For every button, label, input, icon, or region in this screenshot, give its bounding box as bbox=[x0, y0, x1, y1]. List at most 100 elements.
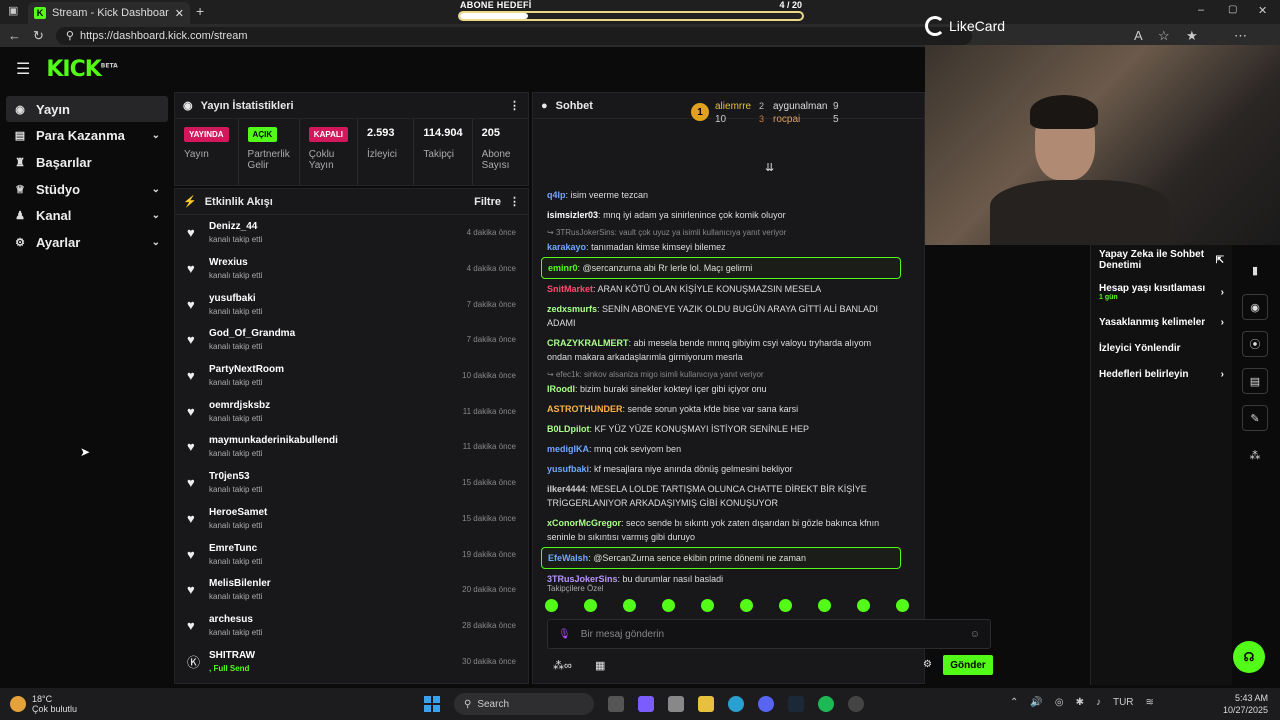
windows-start-icon[interactable] bbox=[424, 696, 440, 712]
stat-multistream[interactable]: KAPALI Çoklu Yayın bbox=[300, 119, 358, 185]
chat-input[interactable]: 🎙 Bir mesaj gönderin ☺ bbox=[547, 619, 991, 649]
store-icon[interactable]: ▦ bbox=[595, 659, 605, 672]
activity-user[interactable]: EmreTunc bbox=[209, 543, 454, 554]
activity-user[interactable]: archesus bbox=[209, 614, 454, 625]
broadcast-icon[interactable]: ⦿ bbox=[1242, 331, 1268, 357]
sidebar-item-ayarlar[interactable]: ⚙ Ayarlar ⌄ bbox=[6, 229, 168, 255]
minimize-icon[interactable]: – bbox=[1198, 4, 1204, 16]
collections-icon[interactable]: ★ bbox=[1186, 28, 1198, 44]
chat-username[interactable]: karakayo bbox=[547, 242, 586, 252]
chat-username[interactable]: ilker4444 bbox=[547, 484, 586, 494]
weather-widget[interactable]: 18°C Çok bulutlu bbox=[10, 694, 77, 714]
more-icon[interactable]: ⋯ bbox=[1234, 28, 1247, 44]
sidebar-item-studyo[interactable]: ♕ Stüdyo ⌄ bbox=[6, 176, 168, 202]
emoji-icon[interactable]: ☺ bbox=[970, 629, 980, 640]
kebab-menu-icon[interactable]: ⋮ bbox=[509, 195, 520, 208]
emote-icon[interactable] bbox=[584, 599, 597, 612]
activity-user[interactable]: Wrexius bbox=[209, 257, 459, 268]
refresh-icon[interactable]: ↻ bbox=[33, 28, 44, 44]
apps-icon[interactable]: ⁂ bbox=[1242, 442, 1268, 468]
top-user-name[interactable]: aygunalman bbox=[773, 101, 827, 112]
activity-user[interactable]: Tr0jen53 bbox=[209, 471, 454, 482]
obs-icon[interactable] bbox=[848, 696, 864, 712]
sidebar-item-basarilar[interactable]: ♜ Başarılar bbox=[6, 149, 168, 175]
send-button[interactable]: Gönder bbox=[943, 655, 993, 675]
edge-icon[interactable] bbox=[728, 696, 744, 712]
setting-redirect-viewers[interactable]: İzleyici Yönlendir bbox=[1091, 335, 1232, 361]
expand-icon[interactable]: ⇊ bbox=[765, 161, 774, 174]
sidebar-item-para-kazanma[interactable]: ▤ Para Kazanma ⌄ bbox=[6, 123, 168, 149]
kebab-menu-icon[interactable]: ⋮ bbox=[509, 99, 520, 112]
chat-username[interactable]: zedxsmurfs bbox=[547, 304, 597, 314]
activity-user[interactable]: oemrdjsksbz bbox=[209, 400, 455, 411]
activity-user[interactable]: maymunkaderinikabullendi bbox=[209, 435, 455, 446]
wifi-icon[interactable]: ≋ bbox=[1146, 697, 1154, 708]
chat-username[interactable]: SnitMarket bbox=[547, 284, 593, 294]
tray-expand-icon[interactable]: ⌃ bbox=[1010, 697, 1018, 708]
activity-user[interactable]: yusufbaki bbox=[209, 293, 459, 304]
setting-account-age[interactable]: Hesap yaşı kısıtlaması 1 gün › bbox=[1091, 275, 1232, 309]
emote-icon[interactable] bbox=[779, 599, 792, 612]
chat-username[interactable]: 3TRusJokerSins bbox=[547, 574, 618, 584]
activity-user[interactable]: God_Of_Grandma bbox=[209, 328, 459, 339]
stat-partner-revenue[interactable]: AÇIK Partnerlik Gelir bbox=[239, 119, 300, 185]
close-window-icon[interactable]: ✕ bbox=[1258, 4, 1267, 17]
file-explorer-icon[interactable] bbox=[698, 696, 714, 712]
emote-icon[interactable] bbox=[545, 599, 558, 612]
kick-logo[interactable]: KICKBETA bbox=[46, 57, 117, 82]
emote-icon[interactable] bbox=[662, 599, 675, 612]
new-tab-icon[interactable]: + bbox=[196, 3, 204, 19]
volume-icon[interactable]: 🔊 bbox=[1030, 697, 1042, 708]
setting-banned-words[interactable]: Yasaklanmış kelimeler › bbox=[1091, 309, 1232, 335]
taskbar-clock[interactable]: 5:43 AM 10/27/2025 bbox=[1223, 692, 1268, 716]
chat-username[interactable]: CRAZYKRALMERT bbox=[547, 338, 629, 348]
maximize-icon[interactable]: ▢ bbox=[1228, 4, 1237, 15]
emote-icon[interactable] bbox=[740, 599, 753, 612]
task-view-icon[interactable] bbox=[608, 696, 624, 712]
activity-user[interactable]: HeroeSamet bbox=[209, 507, 454, 518]
chat-settings-icon[interactable]: ⚙ bbox=[923, 659, 932, 670]
favorite-icon[interactable]: ☆ bbox=[1158, 28, 1170, 44]
read-aloud-icon[interactable]: A bbox=[1134, 28, 1143, 43]
chat-username[interactable]: xConorMcGregor bbox=[547, 518, 621, 528]
chat-username[interactable]: B0LDpilot bbox=[547, 424, 590, 434]
microphone-icon[interactable]: 🎙 bbox=[558, 629, 571, 640]
chat-username[interactable]: yusufbaki bbox=[547, 464, 589, 474]
spotify-icon[interactable] bbox=[818, 696, 834, 712]
mic-tray-icon[interactable]: ♪ bbox=[1096, 697, 1101, 708]
activity-user[interactable]: SHITRAW bbox=[209, 650, 454, 661]
steam-icon[interactable] bbox=[788, 696, 804, 712]
filter-button[interactable]: Filtre bbox=[474, 196, 501, 208]
emote-icon[interactable] bbox=[818, 599, 831, 612]
chat-username[interactable]: ASTROTHUNDER bbox=[547, 404, 623, 414]
top-user-name[interactable]: rocpai bbox=[773, 114, 800, 125]
emote-icon[interactable] bbox=[896, 599, 909, 612]
url-input[interactable]: ⚲ https://dashboard.kick.com/stream bbox=[55, 26, 972, 45]
hamburger-menu-icon[interactable]: ☰ bbox=[16, 59, 30, 79]
activity-user[interactable]: Denizz_44 bbox=[209, 221, 459, 232]
close-tab-icon[interactable]: ✕ bbox=[175, 7, 184, 20]
copilot-icon[interactable] bbox=[638, 696, 654, 712]
chat-username[interactable]: medigIKA bbox=[547, 444, 589, 454]
sidebar-item-kanal[interactable]: ♟ Kanal ⌄ bbox=[6, 203, 168, 229]
back-icon[interactable]: ← bbox=[8, 28, 21, 43]
chat-username[interactable]: EfeWalsh bbox=[548, 553, 588, 563]
notes-icon[interactable]: ▮ bbox=[1242, 257, 1268, 283]
browser-tab[interactable]: K Stream - Kick Dashboard ✕ bbox=[28, 2, 190, 24]
emote-icon[interactable] bbox=[623, 599, 636, 612]
taskbar-search[interactable]: ⚲ Search bbox=[454, 693, 594, 715]
store-app-icon[interactable] bbox=[668, 696, 684, 712]
language-indicator[interactable]: TUR bbox=[1113, 697, 1134, 708]
bluetooth-icon[interactable]: ✱ bbox=[1076, 697, 1084, 708]
site-info-icon[interactable]: ⚲ bbox=[66, 29, 74, 42]
network-icon[interactable]: ◎ bbox=[1055, 697, 1064, 708]
activity-user[interactable]: PartyNextRoom bbox=[209, 364, 454, 375]
top-user-name[interactable]: aliemrre bbox=[715, 101, 751, 112]
setting-goals[interactable]: Hedefleri belirleyin › bbox=[1091, 361, 1232, 387]
chat-username[interactable]: q4lp bbox=[547, 190, 566, 200]
chat-username[interactable]: IRoodl bbox=[547, 384, 575, 394]
discord-icon[interactable] bbox=[758, 696, 774, 712]
emote-icon[interactable] bbox=[701, 599, 714, 612]
emote-icon[interactable] bbox=[857, 599, 870, 612]
sidebar-item-yayin[interactable]: ◉ Yayın bbox=[6, 96, 168, 122]
